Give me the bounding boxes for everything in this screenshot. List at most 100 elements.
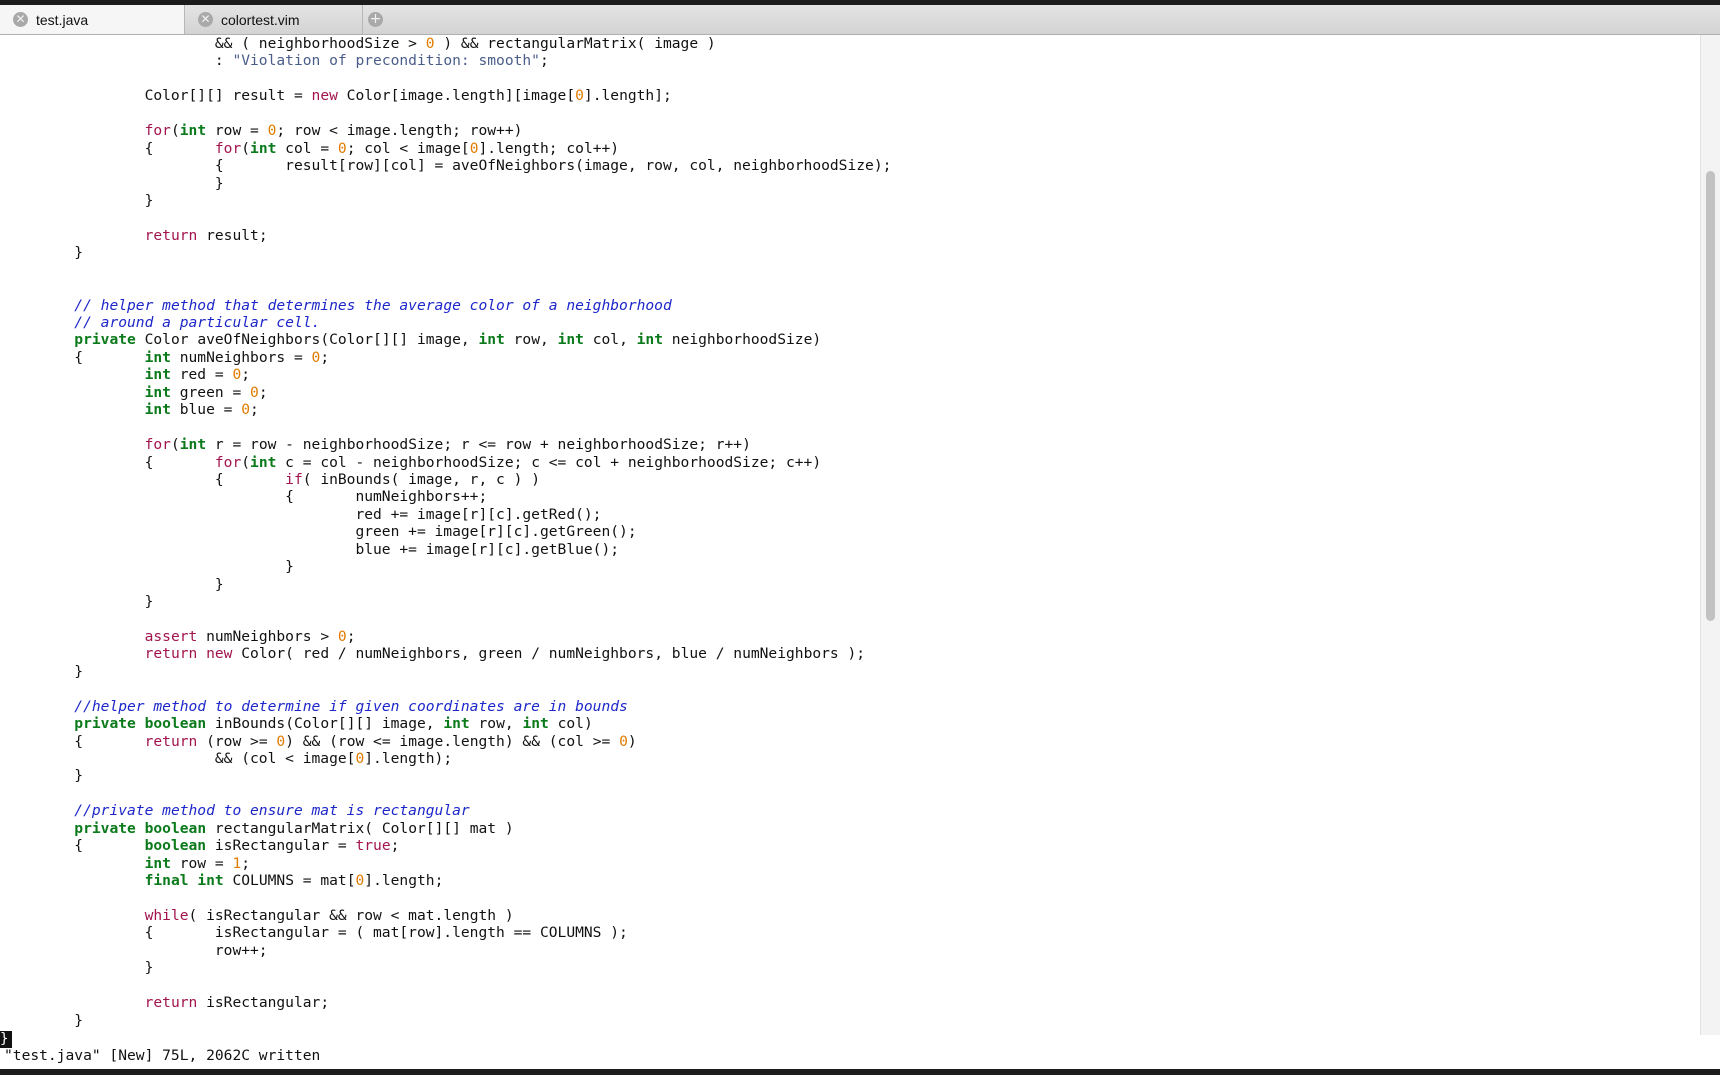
code-token: 0: [250, 383, 259, 401]
code-line[interactable]: green += image[r][c].getGreen();: [4, 523, 1700, 540]
code-line[interactable]: { result[row][col] = aveOfNeighbors(imag…: [4, 157, 1700, 174]
code-line[interactable]: for(int row = 0; row < image.length; row…: [4, 122, 1700, 139]
code-line[interactable]: [4, 279, 1700, 296]
code-token: ].length];: [583, 87, 672, 105]
tab-label: test.java: [36, 11, 89, 28]
code-line[interactable]: int green = 0;: [4, 384, 1700, 401]
code-line[interactable]: { for(int c = col - neighborhoodSize; c …: [4, 454, 1700, 471]
code-line[interactable]: return new Color( red / numNeighbors, gr…: [4, 645, 1700, 662]
code-token: int: [478, 331, 505, 349]
code-line[interactable]: for(int r = row - neighborhoodSize; r <=…: [4, 436, 1700, 453]
code-line[interactable]: { if( inBounds( image, r, c ) ): [4, 471, 1700, 488]
code-line[interactable]: }: [4, 192, 1700, 209]
code-line[interactable]: final int COLUMNS = mat[0].length;: [4, 872, 1700, 889]
code-line[interactable]: }: [4, 593, 1700, 610]
code-line[interactable]: }: [4, 175, 1700, 192]
code-line[interactable]: { isRectangular = ( mat[row].length == C…: [4, 924, 1700, 941]
code-token: // around a particular cell.: [74, 314, 321, 331]
code-line[interactable]: private Color aveOfNeighbors(Color[][] i…: [4, 331, 1700, 348]
code-token: return: [144, 226, 198, 244]
code-line[interactable]: { return (row >= 0) && (row <= image.len…: [4, 733, 1700, 750]
code-line[interactable]: }: [4, 663, 1700, 680]
code-token: Color aveOfNeighbors(Color[][] image,: [135, 331, 479, 349]
code-token: { result[row][col] = aveOfNeighbors(imag…: [4, 157, 892, 175]
code-line[interactable]: [4, 209, 1700, 226]
code-line[interactable]: [4, 889, 1700, 906]
code-token: int: [144, 854, 171, 872]
code-token: int: [144, 366, 171, 384]
code-token: 0: [469, 139, 479, 157]
code-line[interactable]: assert numNeighbors > 0;: [4, 628, 1700, 645]
code-line[interactable]: [4, 70, 1700, 87]
code-token: {: [4, 139, 215, 157]
code-line[interactable]: [4, 610, 1700, 627]
code-token: }: [4, 1011, 84, 1029]
code-line[interactable]: [4, 105, 1700, 122]
code-token: return: [144, 645, 198, 663]
code-line[interactable]: : "Violation of precondition: smooth";: [4, 52, 1700, 69]
code-line[interactable]: }: [4, 1012, 1700, 1029]
close-tab-icon[interactable]: ✕: [13, 12, 28, 27]
tab-test-java[interactable]: ✕ test.java: [0, 5, 185, 34]
code-line[interactable]: int blue = 0;: [4, 401, 1700, 418]
code-line[interactable]: [4, 977, 1700, 994]
code-line[interactable]: }: [4, 576, 1700, 593]
code-line[interactable]: && (col < image[0].length);: [4, 750, 1700, 767]
code-line[interactable]: [4, 680, 1700, 697]
code-line[interactable]: // helper method that determines the ave…: [4, 297, 1700, 314]
vertical-scrollbar[interactable]: [1700, 35, 1720, 1035]
code-token: { isRectangular = ( mat[row].length == C…: [4, 924, 628, 942]
code-line[interactable]: while( isRectangular && row < mat.length…: [4, 907, 1700, 924]
code-line[interactable]: { int numNeighbors = 0;: [4, 349, 1700, 366]
code-line[interactable]: private boolean inBounds(Color[][] image…: [4, 715, 1700, 732]
code-token: {: [4, 732, 145, 750]
code-line[interactable]: { numNeighbors++;: [4, 488, 1700, 505]
code-line[interactable]: }: [4, 244, 1700, 261]
code-line[interactable]: // around a particular cell.: [4, 314, 1700, 331]
code-line[interactable]: Color[][] result = new Color[image.lengt…: [4, 87, 1700, 104]
code-line[interactable]: //helper method to determine if given co…: [4, 698, 1700, 715]
code-line[interactable]: red += image[r][c].getRed();: [4, 506, 1700, 523]
tab-colortest-vim[interactable]: ✕ colortest.vim: [185, 5, 363, 34]
scrollbar-thumb[interactable]: [1706, 171, 1715, 621]
code-line[interactable]: private boolean rectangularMatrix( Color…: [4, 820, 1700, 837]
code-line[interactable]: [4, 785, 1700, 802]
code-line[interactable]: [4, 419, 1700, 436]
code-token: red =: [170, 366, 233, 384]
code-line[interactable]: { for(int col = 0; col < image[0].length…: [4, 140, 1700, 157]
code-line[interactable]: }: [4, 959, 1700, 976]
code-content[interactable]: && ( neighborhoodSize > 0 ) && rectangul…: [0, 35, 1700, 1029]
code-line[interactable]: row++;: [4, 942, 1700, 959]
code-line[interactable]: int red = 0;: [4, 366, 1700, 383]
code-line[interactable]: blue += image[r][c].getBlue();: [4, 541, 1700, 558]
code-token: 0: [619, 732, 628, 750]
code-line[interactable]: return isRectangular;: [4, 994, 1700, 1011]
code-token: int: [197, 872, 224, 889]
code-token: int: [443, 715, 470, 733]
new-tab-plus-icon[interactable]: +: [368, 12, 383, 27]
code-token: inBounds(Color[][] image,: [206, 715, 444, 733]
code-line[interactable]: return result;: [4, 227, 1700, 244]
code-token: boolean: [144, 837, 207, 855]
code-editor[interactable]: && ( neighborhoodSize > 0 ) && rectangul…: [0, 35, 1700, 1035]
code-line[interactable]: [4, 262, 1700, 279]
code-line[interactable]: }: [4, 767, 1700, 784]
code-line[interactable]: int row = 1;: [4, 855, 1700, 872]
code-line[interactable]: }: [4, 558, 1700, 575]
code-token: 0: [241, 401, 251, 419]
code-line[interactable]: { boolean isRectangular = true;: [4, 837, 1700, 854]
code-line[interactable]: && ( neighborhoodSize > 0 ) && rectangul…: [4, 35, 1700, 52]
code-token: col =: [276, 139, 338, 157]
close-tab-icon[interactable]: ✕: [198, 12, 213, 27]
code-line[interactable]: //private method to ensure mat is rectan…: [4, 802, 1700, 819]
code-token: row,: [504, 331, 558, 349]
code-token: ;: [539, 52, 549, 70]
